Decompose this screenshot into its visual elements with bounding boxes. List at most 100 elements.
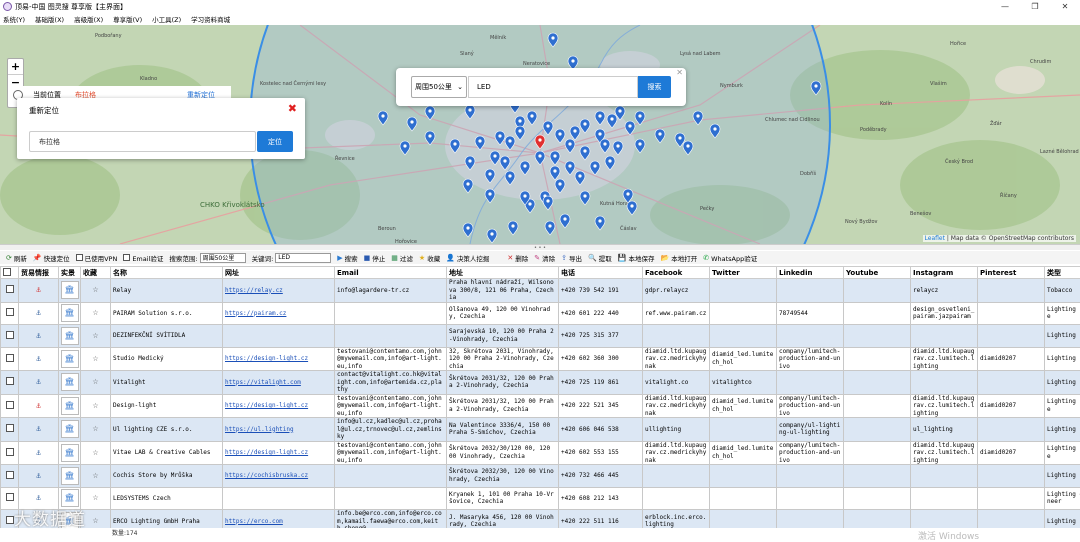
leaflet-link[interactable]: Leaflet xyxy=(925,235,945,242)
table-row[interactable]: ⚓🏛☆Vitae LAB & Creative Cableshttps://de… xyxy=(1,441,1080,465)
column-header-6[interactable]: Email xyxy=(335,267,447,279)
delete-button[interactable]: ✕删除 xyxy=(507,253,528,263)
row-checkbox[interactable] xyxy=(6,354,14,362)
refresh-button[interactable]: ⟳刷新 xyxy=(6,253,27,263)
favorite-star-icon[interactable]: ☆ xyxy=(92,400,98,411)
website-link[interactable]: https://vitalight.com xyxy=(225,379,301,386)
column-header-8[interactable]: 电话 xyxy=(559,267,643,279)
table-row[interactable]: ⚓🏛☆DEZINFEKČNÍ SVÍTIDLASarajevská 10, 12… xyxy=(1,325,1080,348)
website-link[interactable]: https://erco.com xyxy=(225,518,283,525)
row-checkbox[interactable] xyxy=(6,401,14,409)
menu-system[interactable]: 系统(Y) xyxy=(3,14,25,24)
clear-button[interactable]: ✎清除 xyxy=(534,253,555,263)
column-header-10[interactable]: Twitter xyxy=(710,267,777,279)
table-row[interactable]: ⚓🏛☆Vitalighthttps://vitalight.comcontact… xyxy=(1,371,1080,395)
table-row[interactable]: ⚓🏛☆Studio Medickýhttps://design-light.cz… xyxy=(1,347,1080,371)
table-row[interactable]: ⚓🏛☆Design-lighthttps://design-light.czte… xyxy=(1,394,1080,418)
table-row[interactable]: ⚓🏛☆PAIRAM Solution s.r.o.https://pairam.… xyxy=(1,302,1080,325)
favorite-star-icon[interactable]: ☆ xyxy=(92,470,98,481)
column-header-2[interactable]: 实景 xyxy=(59,267,81,279)
website-link[interactable]: https://design-light.cz xyxy=(225,449,308,456)
column-header-4[interactable]: 名称 xyxy=(111,267,223,279)
row-checkbox[interactable] xyxy=(6,448,14,456)
menu-tools[interactable]: 小工具(Z) xyxy=(152,14,181,24)
street-view-icon[interactable]: 🏛 xyxy=(61,350,79,368)
favorite-star-icon[interactable]: ☆ xyxy=(92,492,98,503)
menu-learning-store[interactable]: 学习资料商城 xyxy=(191,14,230,24)
favorite-star-icon[interactable]: ☆ xyxy=(92,376,98,387)
trade-intel-icon[interactable]: ⚓ xyxy=(36,401,41,410)
relocate-city-input[interactable]: 布拉格 xyxy=(29,131,256,152)
whatsapp-verify-button[interactable]: ✆WhatsApp验证 xyxy=(703,253,757,263)
column-header-12[interactable]: Youtube xyxy=(844,267,911,279)
trade-intel-icon[interactable]: ⚓ xyxy=(36,493,41,502)
open-local-button[interactable]: 📂本地打开 xyxy=(660,253,697,263)
row-checkbox[interactable] xyxy=(6,516,14,524)
trade-intel-icon[interactable]: ⚓ xyxy=(36,471,41,480)
row-checkbox[interactable] xyxy=(6,308,14,316)
trade-intel-icon[interactable]: ⚓ xyxy=(36,308,41,317)
menu-basic[interactable]: 基础版(X) xyxy=(35,14,64,24)
trade-intel-icon[interactable]: ⚓ xyxy=(36,377,41,386)
save-local-button[interactable]: 💾本地保存 xyxy=(618,253,655,263)
export-button[interactable]: ⇪导出 xyxy=(561,253,582,263)
map-search-button[interactable]: 搜索 xyxy=(638,76,671,98)
minimize-button[interactable]: — xyxy=(990,0,1020,13)
menu-advanced[interactable]: 高级版(X) xyxy=(74,14,103,24)
zoom-in-button[interactable]: + xyxy=(8,59,23,75)
favorite-star-icon[interactable]: ☆ xyxy=(92,447,98,458)
keyword-input[interactable]: LED xyxy=(275,253,331,263)
street-view-icon[interactable]: 🏛 xyxy=(61,444,79,462)
website-link[interactable]: https://cochisbruska.cz xyxy=(225,472,308,479)
select-all-checkbox[interactable] xyxy=(3,268,11,276)
street-view-icon[interactable]: 🏛 xyxy=(61,327,79,345)
column-header-14[interactable]: Pinterest xyxy=(978,267,1045,279)
column-header-7[interactable]: 地址 xyxy=(447,267,559,279)
search-button[interactable]: ▶搜索 xyxy=(337,253,357,263)
street-view-icon[interactable]: 🏛 xyxy=(61,420,79,438)
column-header-5[interactable]: 网址 xyxy=(223,267,335,279)
row-checkbox[interactable] xyxy=(6,331,14,339)
maximize-button[interactable]: ❐ xyxy=(1020,0,1050,13)
favorite-star-icon[interactable]: ☆ xyxy=(92,423,98,434)
search-range-select[interactable]: 周围50公里⌄ xyxy=(411,76,467,98)
trade-intel-icon[interactable]: ⚓ xyxy=(36,354,41,363)
column-header-13[interactable]: Instagram xyxy=(911,267,978,279)
search-popup-close-icon[interactable]: ✕ xyxy=(676,68,683,77)
trade-intel-icon[interactable]: ⚓ xyxy=(36,424,41,433)
panel-splitter[interactable]: • • • xyxy=(0,244,1080,250)
row-checkbox[interactable] xyxy=(6,377,14,385)
row-checkbox[interactable] xyxy=(6,285,14,293)
vpn-checkbox[interactable]: 已使用VPN xyxy=(76,253,118,263)
table-row[interactable]: ⚓🏛☆LEDSYSTEMS CzechKryanek 1, 101 00 Pra… xyxy=(1,487,1080,510)
email-verify-checkbox[interactable]: Email验证 xyxy=(123,253,163,263)
website-link[interactable]: https://pairam.cz xyxy=(225,310,286,317)
column-header-15[interactable]: 类型 xyxy=(1045,267,1080,279)
favorite-star-icon[interactable]: ☆ xyxy=(92,515,98,526)
street-view-icon[interactable]: 🏛 xyxy=(61,397,79,415)
favorite-star-icon[interactable]: ☆ xyxy=(92,307,98,318)
relocate-close-icon[interactable]: ✖ xyxy=(288,102,297,115)
website-link[interactable]: https://design-light.cz xyxy=(225,355,308,362)
column-header-3[interactable]: 收藏 xyxy=(81,267,111,279)
vpn-checkbox-box[interactable] xyxy=(76,254,83,261)
close-button[interactable]: ✕ xyxy=(1050,0,1080,13)
website-link[interactable]: https://design-light.cz xyxy=(225,402,308,409)
quick-locate-button[interactable]: 📌快速定位 xyxy=(33,253,70,263)
street-view-icon[interactable]: 🏛 xyxy=(61,304,79,322)
email-verify-box[interactable] xyxy=(123,254,130,261)
street-view-icon[interactable]: 🏛 xyxy=(61,467,79,485)
trade-intel-icon[interactable]: ⚓ xyxy=(36,331,41,340)
menu-premium[interactable]: 尊享版(V) xyxy=(113,14,142,24)
stop-button[interactable]: ■停止 xyxy=(364,253,386,263)
column-header-0[interactable] xyxy=(1,267,19,279)
favorite-star-icon[interactable]: ☆ xyxy=(92,284,98,295)
column-header-9[interactable]: Facebook xyxy=(643,267,710,279)
decision-maker-button[interactable]: 👤决策人挖掘 xyxy=(446,253,489,263)
row-checkbox[interactable] xyxy=(6,471,14,479)
row-checkbox[interactable] xyxy=(6,424,14,432)
favorite-star-icon[interactable]: ☆ xyxy=(92,330,98,341)
filter-button[interactable]: ▦过滤 xyxy=(391,253,413,263)
website-link[interactable]: https://relay.cz xyxy=(225,287,283,294)
column-header-1[interactable]: 贸易情报 xyxy=(19,267,59,279)
